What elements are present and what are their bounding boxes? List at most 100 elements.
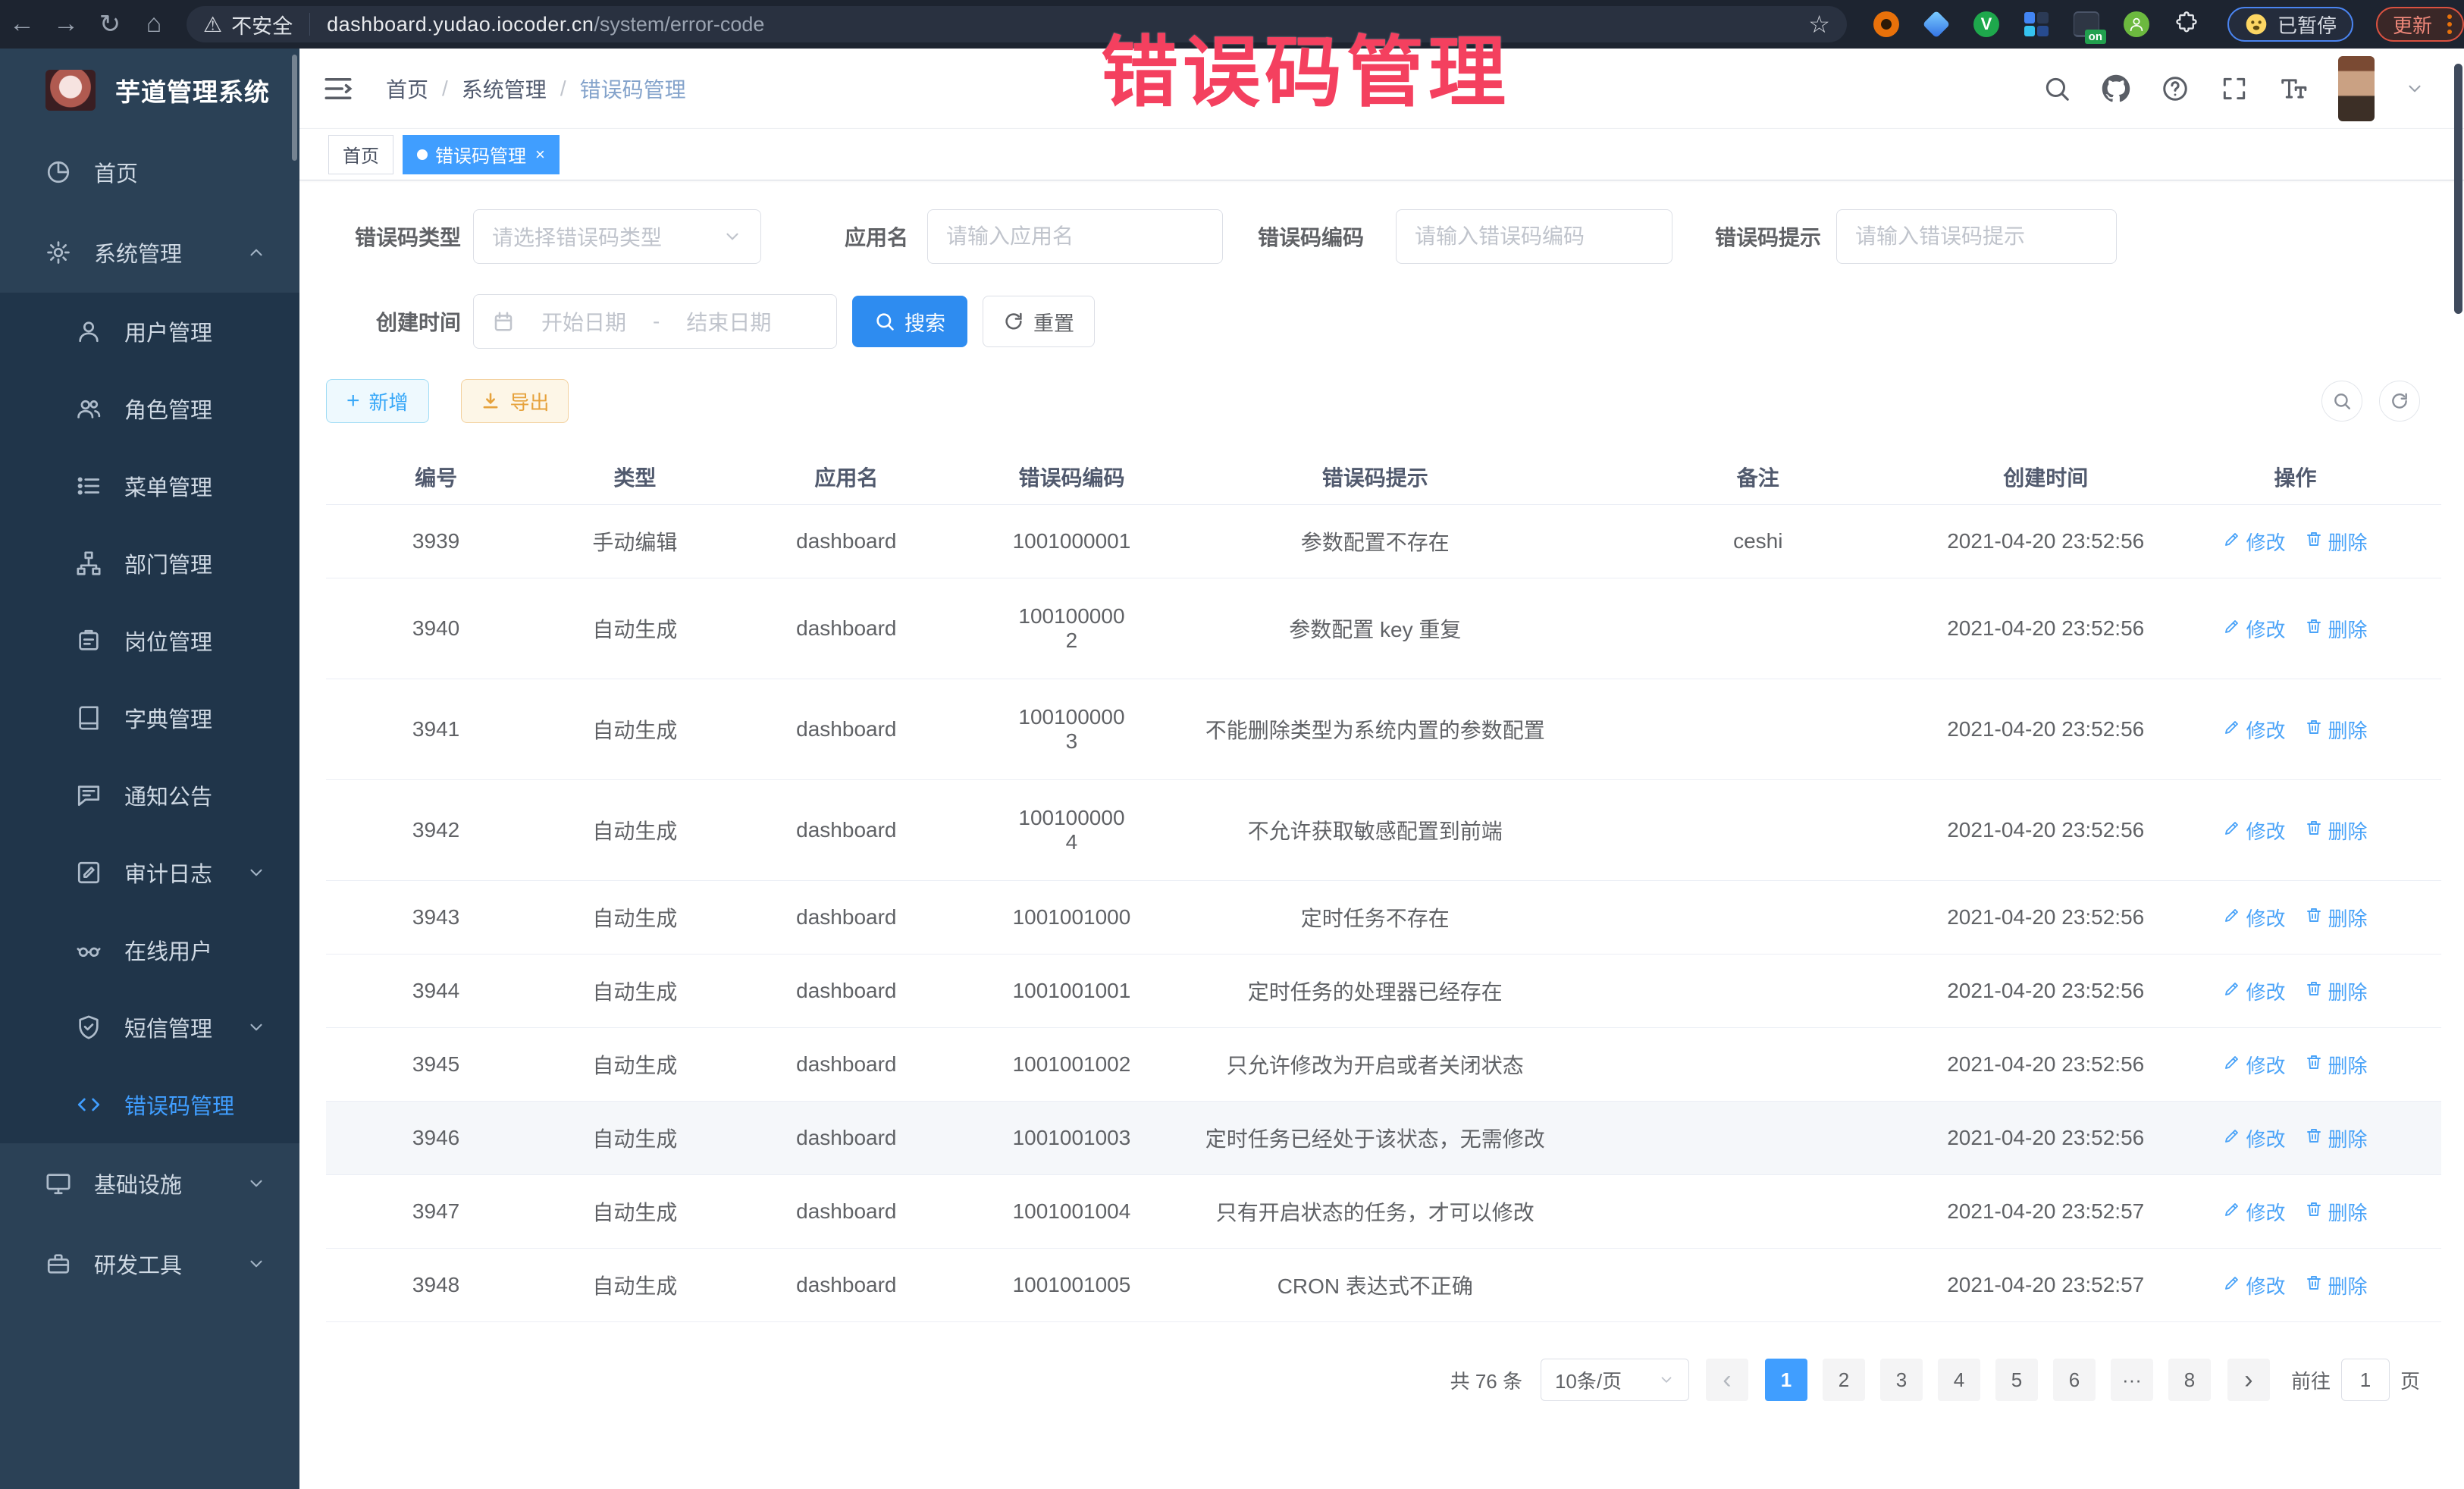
sidebar-item-3[interactable]: 角色管理	[0, 370, 299, 447]
page-button-5[interactable]: 5	[1995, 1359, 2038, 1401]
page-button-2[interactable]: 2	[1823, 1359, 1865, 1401]
add-button[interactable]: + 新增	[326, 379, 429, 423]
error-type-select[interactable]: 请选择错误码类型	[473, 209, 761, 264]
sidebar-item-8[interactable]: 通知公告	[0, 757, 299, 834]
error-hint-input[interactable]	[1855, 224, 2098, 249]
github-icon[interactable]	[2102, 74, 2130, 103]
extensions-puzzle-icon[interactable]	[2173, 11, 2200, 38]
help-icon[interactable]	[2161, 74, 2190, 103]
extension-v-icon[interactable]: V	[1973, 11, 2000, 38]
breadcrumb-home[interactable]: 首页	[386, 74, 428, 104]
cell-type: 自动生成	[546, 1189, 723, 1234]
refresh-table-button[interactable]	[2379, 381, 2420, 422]
cell-app: dashboard	[724, 1118, 970, 1158]
delete-link[interactable]: 删除	[2305, 1051, 2367, 1079]
delete-link[interactable]: 删除	[2305, 817, 2367, 845]
sidebar-item-2[interactable]: 用户管理	[0, 293, 299, 370]
delete-link[interactable]: 删除	[2305, 528, 2367, 556]
refresh-icon[interactable]: ↻	[88, 9, 132, 39]
delete-link[interactable]: 删除	[2305, 1271, 2367, 1299]
delete-link[interactable]: 删除	[2305, 977, 2367, 1005]
search-icon[interactable]	[2042, 74, 2071, 103]
sidebar-item-9[interactable]: 审计日志	[0, 834, 299, 911]
toggle-search-button[interactable]	[2321, 381, 2362, 422]
delete-link[interactable]: 删除	[2305, 615, 2367, 643]
edit-link[interactable]: 修改	[2223, 716, 2285, 744]
page-size-select[interactable]: 10条/页	[1541, 1359, 1689, 1401]
sidebar-item-7[interactable]: 字典管理	[0, 679, 299, 757]
sidebar-item-4[interactable]: 菜单管理	[0, 447, 299, 525]
page-button-1[interactable]: 1	[1765, 1359, 1807, 1401]
page-ellipsis[interactable]: ···	[2111, 1359, 2153, 1401]
filter-hint-label: 错误码提示	[1715, 221, 1821, 252]
update-button[interactable]: 更新	[2376, 7, 2464, 42]
edit-link[interactable]: 修改	[2223, 1124, 2285, 1152]
sidebar-item-5[interactable]: 部门管理	[0, 525, 299, 602]
extension-person-icon[interactable]	[2123, 11, 2150, 38]
home-icon[interactable]: ⌂	[132, 9, 176, 39]
page-button-4[interactable]: 4	[1938, 1359, 1980, 1401]
back-icon[interactable]: ←	[0, 9, 44, 39]
tag-1[interactable]: 错误码管理×	[403, 135, 560, 174]
cell-type: 手动编辑	[546, 519, 723, 564]
extension-orange-icon[interactable]	[1873, 11, 1900, 38]
edit-link[interactable]: 修改	[2223, 1051, 2285, 1079]
export-button[interactable]: 导出	[461, 379, 569, 423]
next-page-button[interactable]: ›	[2227, 1359, 2270, 1401]
sidebar-scrollbar[interactable]	[292, 55, 297, 161]
sidebar-item-0[interactable]: 首页	[0, 132, 299, 212]
font-size-icon[interactable]	[2279, 74, 2308, 103]
security-chip[interactable]: ⚠ 不安全	[203, 10, 293, 39]
extension-dark-icon[interactable]: on	[2073, 11, 2100, 38]
paused-badge[interactable]: 已暂停	[2227, 7, 2353, 42]
goto-page-input[interactable]	[2341, 1359, 2390, 1401]
app-name-input[interactable]	[946, 224, 1204, 249]
tag-0[interactable]: 首页	[328, 135, 393, 174]
app-logo-row[interactable]: 芋道管理系统	[0, 49, 299, 132]
edit-link[interactable]: 修改	[2223, 904, 2285, 932]
sidebar-item-14[interactable]: 研发工具	[0, 1224, 299, 1304]
cell-id: 3944	[326, 971, 546, 1011]
edit-link[interactable]: 修改	[2223, 615, 2285, 643]
breadcrumb-system[interactable]: 系统管理	[462, 74, 547, 104]
extension-gem-icon[interactable]	[1923, 11, 1950, 38]
delete-link[interactable]: 删除	[2305, 1124, 2367, 1152]
sidebar-item-10[interactable]: 在线用户	[0, 911, 299, 989]
sidebar-item-12[interactable]: 错误码管理	[0, 1066, 299, 1143]
start-date-input[interactable]: 开始日期	[527, 306, 641, 337]
sidebar-item-1[interactable]: 系统管理	[0, 212, 299, 293]
forward-icon[interactable]: →	[44, 9, 88, 39]
sidebar-item-6[interactable]: 岗位管理	[0, 602, 299, 679]
delete-link[interactable]: 删除	[2305, 904, 2367, 932]
delete-link[interactable]: 删除	[2305, 716, 2367, 744]
edit-link[interactable]: 修改	[2223, 1271, 2285, 1299]
error-code-input[interactable]	[1415, 224, 1654, 249]
edit-link[interactable]: 修改	[2223, 528, 2285, 556]
edit-link[interactable]: 修改	[2223, 977, 2285, 1005]
edit-link[interactable]: 修改	[2223, 817, 2285, 845]
end-date-input[interactable]: 结束日期	[672, 306, 785, 337]
extension-grid-icon[interactable]	[2023, 11, 2050, 38]
page-scrollbar[interactable]	[2454, 64, 2462, 314]
sidebar-item-11[interactable]: 短信管理	[0, 989, 299, 1066]
fullscreen-icon[interactable]	[2220, 74, 2249, 103]
search-button[interactable]: 搜索	[852, 296, 967, 347]
user-avatar[interactable]	[2338, 56, 2375, 121]
address-bar[interactable]: ⚠ 不安全 dashboard.yudao.iocoder.cn/system/…	[187, 6, 1847, 42]
delete-link[interactable]: 删除	[2305, 1198, 2367, 1226]
edit-link[interactable]: 修改	[2223, 1198, 2285, 1226]
reset-button[interactable]: 重置	[983, 296, 1095, 347]
bookmark-star-icon[interactable]: ☆	[1808, 10, 1830, 39]
page-button-6[interactable]: 6	[2053, 1359, 2096, 1401]
prev-page-button[interactable]: ‹	[1706, 1359, 1748, 1401]
sidebar-toggle-icon[interactable]	[322, 73, 354, 105]
cell-type: 自动生成	[546, 968, 723, 1014]
browser-menu-icon[interactable]	[2447, 14, 2452, 34]
close-tag-icon[interactable]: ×	[535, 145, 545, 165]
header-actions	[2042, 56, 2425, 121]
page-button-3[interactable]: 3	[1880, 1359, 1923, 1401]
date-range-picker[interactable]: 开始日期 - 结束日期	[473, 294, 837, 349]
cell-id: 3945	[326, 1045, 546, 1084]
page-button-8[interactable]: 8	[2168, 1359, 2211, 1401]
sidebar-item-13[interactable]: 基础设施	[0, 1143, 299, 1224]
